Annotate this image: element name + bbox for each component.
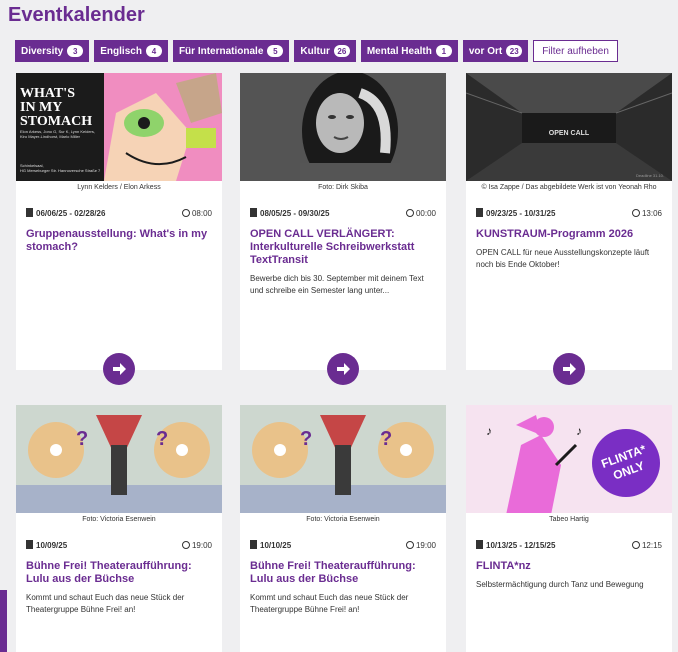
filter-count: 1 xyxy=(435,45,452,57)
photo-small: Deadline 31.10. xyxy=(636,173,664,178)
svg-text:?: ? xyxy=(300,428,312,450)
event-meta: 06/06/25 - 02/28/26 08:00 xyxy=(16,208,222,218)
calendar-icon xyxy=(26,540,33,549)
event-date: 10/13/25 - 12/15/25 xyxy=(486,541,556,550)
event-card: Foto: Dirk Skiba 08/05/25 - 09/30/25 00:… xyxy=(240,73,446,385)
filter-diversity[interactable]: Diversity 3 xyxy=(15,40,90,62)
event-description: Selbstermächtigung durch Tanz und Bewegu… xyxy=(476,580,644,589)
event-time: 12:15 xyxy=(641,540,662,550)
svg-text:?: ? xyxy=(76,428,88,450)
clock-icon xyxy=(631,540,640,549)
filter-mental-health[interactable]: Mental Health 1 xyxy=(360,40,458,62)
event-date: 08/05/25 - 09/30/25 xyxy=(260,209,330,218)
arrow-right-icon xyxy=(113,363,126,375)
event-date: 06/06/25 - 02/28/26 xyxy=(36,209,106,218)
photo-text: OPEN CALL xyxy=(549,130,590,137)
filter-count: 4 xyxy=(145,45,162,57)
event-meta: 08/05/25 - 09/30/25 00:00 xyxy=(240,208,446,218)
filter-reset-button[interactable]: Filter aufheben xyxy=(533,40,618,62)
event-description: OPEN CALL für neue Ausstellungskonzepte … xyxy=(476,248,650,269)
poster-line: STOMACH xyxy=(20,114,92,129)
event-image[interactable] xyxy=(240,73,446,181)
event-description: Bewerbe dich bis 30. September mit deine… xyxy=(250,274,424,295)
poster-small: HG Merseburger Str. Hannoversche Straße … xyxy=(20,168,101,173)
filter-count: 23 xyxy=(506,45,523,57)
event-meta: 10/09/25 19:00 xyxy=(16,540,222,550)
filter-kultur[interactable]: Kultur 26 xyxy=(294,40,356,62)
calendar-icon xyxy=(250,208,257,217)
event-details-button[interactable] xyxy=(553,353,585,385)
filter-count: 5 xyxy=(267,45,284,57)
event-details-button[interactable] xyxy=(327,353,359,385)
event-description: Kommt und schaut Euch das neue Stück der… xyxy=(250,593,409,614)
filter-fuer-internationale[interactable]: Für Internationale 5 xyxy=(172,40,290,62)
event-title[interactable]: FLINTA*nz xyxy=(466,560,672,573)
poster-line: WHAT'S xyxy=(20,86,75,101)
event-time: 13:06 xyxy=(641,208,662,218)
event-date: 10/10/25 xyxy=(260,541,292,550)
svg-text:?: ? xyxy=(156,428,168,450)
calendar-icon xyxy=(26,208,33,217)
event-details-button[interactable] xyxy=(103,353,135,385)
filter-count: 26 xyxy=(333,45,350,57)
arrow-right-icon xyxy=(337,363,350,375)
image-credit: Foto: Victoria Esenwein xyxy=(306,516,380,523)
filter-englisch[interactable]: Englisch 4 xyxy=(94,40,168,62)
event-image[interactable]: ? ? xyxy=(240,405,446,513)
event-title[interactable]: Bühne Frei! Theateraufführung: Lulu aus … xyxy=(16,560,222,586)
svg-text:♪: ♪ xyxy=(576,424,582,438)
calendar-icon xyxy=(476,540,483,549)
event-title[interactable]: Gruppenausstellung: What's in my stomach… xyxy=(16,228,222,254)
event-title[interactable]: KUNSTRAUM-Programm 2026 xyxy=(466,228,672,241)
event-card: ♪ ♪ FLINTA* ONLY Tabeo Hartig 10/13/25 -… xyxy=(466,405,672,652)
clock-icon xyxy=(181,540,190,549)
filter-bar: Diversity 3 Englisch 4 Für Internationale 5… xyxy=(15,40,618,62)
event-card: WHAT'S IN MY STOMACH Elon Arkess, Jono G… xyxy=(16,73,222,385)
arrow-right-icon xyxy=(563,363,576,375)
event-time: 08:00 xyxy=(191,208,212,218)
clock-icon xyxy=(405,540,414,549)
event-time: 19:00 xyxy=(415,540,436,550)
page-title: Eventkalender xyxy=(8,4,145,26)
event-time: 00:00 xyxy=(415,208,436,218)
calendar-icon xyxy=(250,540,257,549)
side-accent-bar xyxy=(0,590,7,652)
event-date: 09/23/25 - 10/31/25 xyxy=(486,209,556,218)
clock-icon xyxy=(631,208,640,217)
image-credit: Lynn Kelders / Elon Arkess xyxy=(77,184,161,191)
svg-text:?: ? xyxy=(380,428,392,450)
svg-text:♪: ♪ xyxy=(486,424,492,438)
event-date: 10/09/25 xyxy=(36,541,68,550)
event-time: 19:00 xyxy=(191,540,212,550)
event-title[interactable]: Bühne Frei! Theateraufführung: Lulu aus … xyxy=(240,560,446,586)
event-meta: 10/13/25 - 12/15/25 12:15 xyxy=(466,540,672,550)
filter-count: 3 xyxy=(67,45,84,57)
image-credit: Foto: Victoria Esenwein xyxy=(82,516,156,523)
event-card: OPEN CALL Deadline 31.10. © Isa Zappe / … xyxy=(466,73,672,385)
event-title[interactable]: OPEN CALL VERLÄNGERT: Interkulturelle Sc… xyxy=(240,228,446,267)
event-image[interactable]: ♪ ♪ FLINTA* ONLY xyxy=(466,405,672,513)
event-card: ? ? Foto: Victoria Esenwein 10/10/25 19:… xyxy=(240,405,446,652)
event-meta: 09/23/25 - 10/31/25 13:06 xyxy=(466,208,672,218)
clock-icon xyxy=(405,208,414,217)
event-image[interactable]: OPEN CALL Deadline 31.10. xyxy=(466,73,672,181)
image-credit: Foto: Dirk Skiba xyxy=(318,184,368,191)
poster-line: IN MY xyxy=(20,100,62,115)
event-card: ? ? Foto: Victoria Esenwein 10/09/25 19:… xyxy=(16,405,222,652)
event-image[interactable]: WHAT'S IN MY STOMACH Elon Arkess, Jono G… xyxy=(16,73,222,181)
clock-icon xyxy=(181,208,190,217)
event-image[interactable]: ? ? xyxy=(16,405,222,513)
filter-vor-ort[interactable]: vor Ort 23 xyxy=(462,40,529,62)
calendar-icon xyxy=(476,208,483,217)
event-description: Kommt und schaut Euch das neue Stück der… xyxy=(26,593,185,614)
event-meta: 10/10/25 19:00 xyxy=(240,540,446,550)
poster-small: Kiro Mayer-Lindhorst, Marlo Miller xyxy=(20,134,81,139)
image-credit: © Isa Zappe / Das abgebildete Werk ist v… xyxy=(481,184,657,191)
image-credit: Tabeo Hartig xyxy=(549,516,589,523)
